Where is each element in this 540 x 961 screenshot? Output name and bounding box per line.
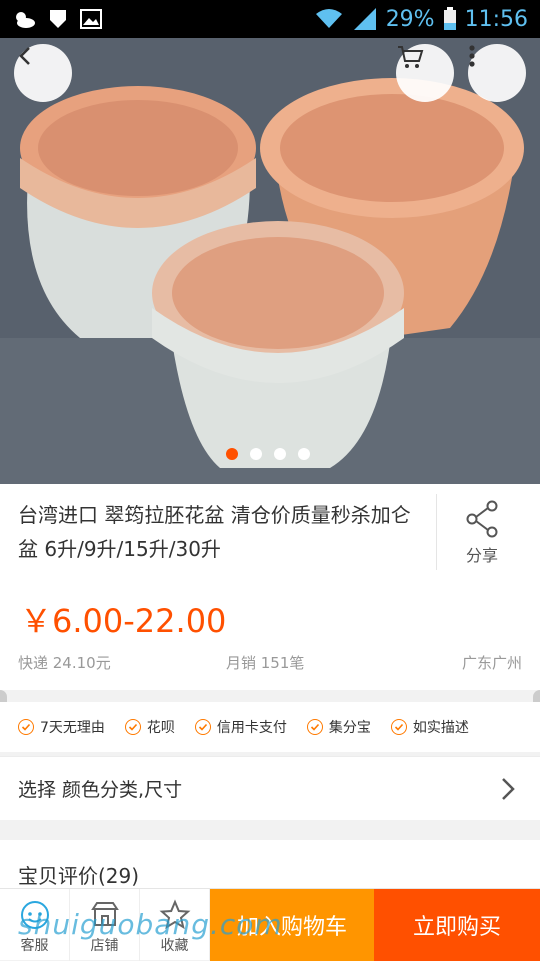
product-photo (0, 38, 540, 484)
more-vertical-icon (469, 45, 475, 67)
service-label: 花呗 (146, 720, 175, 736)
status-bar: 29% 11:56 (0, 0, 540, 38)
weather-icon (16, 12, 35, 28)
bottom-action-bar: 客服 店铺 收藏 加入购物车 立即购买 (0, 888, 540, 961)
price: ￥6.00-22.00 (20, 602, 227, 640)
gallery-notification-icon (80, 9, 102, 29)
customer-service-icon (20, 901, 49, 929)
signal-icon (353, 8, 376, 30)
shopping-cart-icon (398, 46, 424, 68)
gallery-dot[interactable] (250, 448, 262, 460)
reviews-label: 宝贝评价(29) (18, 864, 140, 888)
gallery-dot[interactable] (298, 448, 310, 460)
app-notification-icon (50, 10, 66, 28)
chevron-right-icon (502, 778, 515, 800)
battery-percent: 29% (385, 6, 435, 32)
more-options-button[interactable] (468, 44, 526, 102)
select-variant-row[interactable]: 选择 颜色分类,尺寸 (0, 756, 540, 820)
check-circle-icon (390, 719, 407, 735)
share-button[interactable]: 分享 (452, 500, 512, 566)
wifi-icon (315, 9, 342, 28)
service-item: 集分宝 (306, 717, 371, 737)
service-item: 花呗 (124, 717, 175, 737)
service-label: 信用卡支付 (216, 720, 287, 736)
back-arrow-icon (19, 47, 30, 65)
divider (436, 494, 437, 570)
shop-icon (90, 902, 119, 926)
service-guarantees[interactable]: 7天无理由 花呗 信用卡支付 集分宝 如实描述 (0, 702, 540, 752)
location: 广东广州 (461, 654, 522, 672)
buy-now-button[interactable]: 立即购买 (374, 889, 540, 961)
check-circle-icon (18, 719, 34, 735)
service-item: 如实描述 (390, 717, 469, 737)
gallery-pagination (226, 448, 310, 460)
service-item: 7天无理由 (18, 717, 105, 737)
share-icon (466, 500, 498, 538)
back-button[interactable] (14, 44, 72, 102)
product-info-card: 台湾进口 翠筠拉胚花盆 清仓价质量秒杀加仑盆 6升/9升/15升/30升 分享 … (0, 484, 540, 690)
shipping-fee: 快递 24.10元 (18, 654, 111, 672)
battery-icon (443, 7, 456, 30)
gallery-dot[interactable] (226, 448, 238, 460)
cart-button[interactable] (396, 44, 454, 102)
favorite-label: 收藏 (160, 938, 189, 954)
star-icon (159, 899, 190, 930)
product-image-gallery[interactable] (0, 38, 540, 484)
favorite-tab[interactable]: 收藏 (140, 889, 210, 961)
clock: 11:56 (464, 6, 528, 32)
check-circle-icon (306, 719, 323, 735)
service-label: 如实描述 (412, 720, 469, 736)
service-label: 7天无理由 (40, 720, 105, 736)
shop-label: 店铺 (90, 938, 119, 954)
check-circle-icon (124, 719, 141, 735)
gallery-dot[interactable] (274, 448, 286, 460)
customer-service-tab[interactable]: 客服 (0, 889, 70, 961)
add-to-cart-button[interactable]: 加入购物车 (210, 889, 374, 961)
service-label: 集分宝 (328, 720, 371, 736)
select-variant-label: 选择 颜色分类,尺寸 (18, 779, 183, 801)
customer-service-label: 客服 (20, 938, 49, 954)
shop-tab[interactable]: 店铺 (70, 889, 140, 961)
share-label: 分享 (465, 546, 498, 565)
service-item: 信用卡支付 (194, 717, 287, 737)
monthly-sales: 月销 151笔 (226, 654, 305, 672)
product-title: 台湾进口 翠筠拉胚花盆 清仓价质量秒杀加仑盆 6升/9升/15升/30升 (18, 503, 411, 561)
check-circle-icon (194, 719, 211, 735)
